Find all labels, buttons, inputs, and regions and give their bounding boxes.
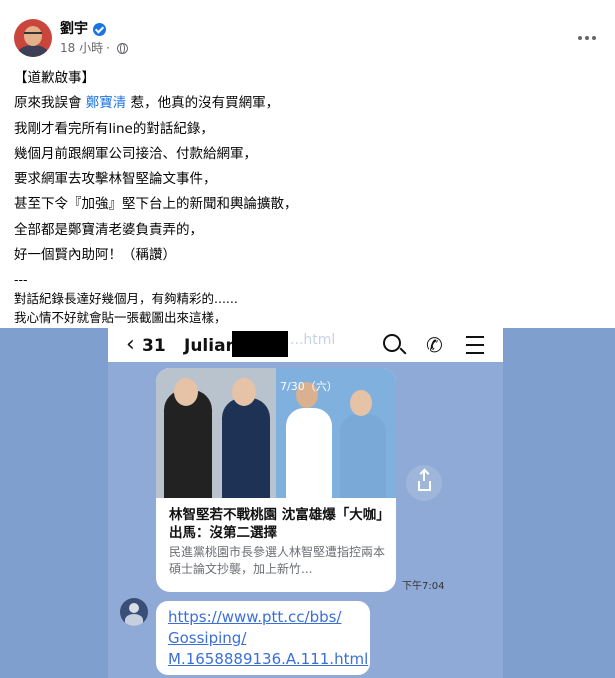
post-time-row: 18 小時 · <box>60 40 128 56</box>
post-meta: 劉宇 18 小時 · <box>60 20 128 56</box>
share-button <box>406 465 442 501</box>
ptt-link-line: M.1658889136.A.111.html <box>168 650 369 668</box>
post-body: 【道歉啟事】 原來我誤會 鄭寶清 惹，他真的沒有買網軍， 我剛才看完所有line… <box>14 66 604 327</box>
post-line-text: 惹，他真的沒有買網軍， <box>126 95 280 112</box>
post-header: 劉宇 18 小時 · <box>14 19 128 57</box>
post-line: 要求網軍去攻擊林智堅論文事件， <box>14 171 217 188</box>
sender-avatar <box>120 598 148 626</box>
person-figure <box>164 390 212 498</box>
contact-name: Julian <box>184 336 238 356</box>
back-chevron-icon: ‹ <box>126 332 135 357</box>
verified-badge-icon <box>93 22 106 36</box>
news-image: 7/30（六） <box>156 368 396 498</box>
author-avatar[interactable] <box>14 19 52 57</box>
post-line: 【道歉啟事】 <box>14 70 95 86</box>
more-dot-icon <box>585 36 589 40</box>
news-description: 民進黨桃園市長參選人林智堅遭指控兩本碩士論文抄襲，加上新竹... <box>169 545 386 576</box>
person-figure <box>286 408 332 498</box>
ptt-link-line: https://www.ptt.cc/bbs/ <box>168 608 342 626</box>
phone-icon: ✆ <box>426 333 443 357</box>
author-row: 劉宇 <box>60 20 128 38</box>
author-name[interactable]: 劉宇 <box>60 20 88 38</box>
post-timestamp[interactable]: 18 小時 <box>60 40 103 56</box>
avatar-shirt <box>17 45 49 57</box>
person-figure <box>340 414 386 498</box>
facebook-post: 劉宇 18 小時 · 【道歉啟事】 原來我誤會 鄭寶清 惹，他真的沒有買網軍， … <box>0 0 615 328</box>
post-line: 原來我誤會 鄭寶清 惹，他真的沒有買網軍， <box>14 91 604 116</box>
post-options-button[interactable] <box>573 24 601 52</box>
person-head <box>350 390 372 416</box>
search-icon <box>383 334 401 352</box>
person-figure <box>222 398 270 498</box>
post-line: 好一個賢內助阿！（稱讚） <box>14 247 176 264</box>
unread-count: 31 <box>142 336 166 356</box>
news-title: 林智堅若不戰桃園 沈富雄爆「大咖」出馬：沒第二選擇 <box>169 507 383 541</box>
post-footer-line: 對話紀錄長達好幾個月，有夠精彩的...... <box>14 291 238 307</box>
news-preview-card: 7/30（六） 林智堅若不戰桃園 沈富雄爆「大咖」出馬：沒第二選擇 民進黨桃園市… <box>156 368 396 592</box>
share-icon <box>417 470 431 491</box>
menu-icon <box>466 336 484 360</box>
mention-link[interactable]: 鄭寶清 <box>86 95 127 111</box>
image-date-overlay: 7/30（六） <box>280 380 338 393</box>
avatar-face <box>24 26 42 46</box>
ptt-link-line: Gossiping/ <box>168 629 247 647</box>
post-line: 全部都是鄭寶清老婆負責弄的， <box>14 221 203 238</box>
post-line-text: 原來我誤會 <box>14 95 86 112</box>
person-head <box>232 378 256 406</box>
post-line: 幾個月前跟網軍公司接洽、付款給網軍， <box>14 145 257 162</box>
more-dot-icon <box>592 36 596 40</box>
link-message-bubble: https://www.ptt.cc/bbs/ Gossiping/ M.165… <box>156 601 370 675</box>
meta-separator: · <box>106 41 110 55</box>
public-globe-icon[interactable] <box>116 42 128 54</box>
more-dot-icon <box>578 36 582 40</box>
post-line: 我剛才看完所有line的對話紀錄， <box>14 120 214 137</box>
faded-background-text: ...html <box>290 332 336 348</box>
redaction-box <box>232 331 288 357</box>
person-head <box>174 378 198 406</box>
message-timestamp: 下午7:04 <box>402 581 445 592</box>
line-chat-screenshot[interactable]: ‹ 31 Julian ...html ✆ 7/30（六） 林智堅若不戰桃園 沈… <box>108 328 503 678</box>
news-photo-left <box>156 368 276 498</box>
post-footer-line: 我心情不好就會貼一張截圖出來這樣， <box>14 310 227 326</box>
chat-top-bar: ‹ 31 Julian ...html ✆ <box>108 328 503 362</box>
post-divider: --- <box>14 272 28 288</box>
post-line: 甚至下令『加強』堅下台上的新聞和輿論擴散， <box>14 196 298 213</box>
avatar-glasses <box>24 32 42 36</box>
